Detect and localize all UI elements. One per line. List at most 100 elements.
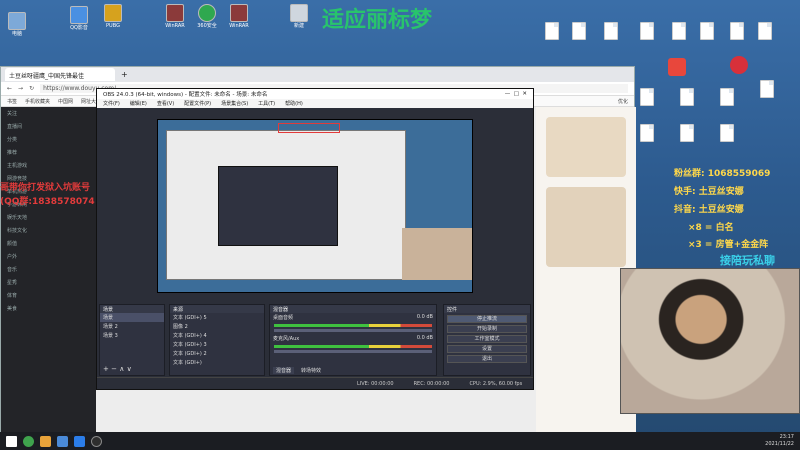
menu-edit[interactable]: 编辑(E) [130, 100, 147, 107]
file-icon[interactable] [730, 22, 744, 40]
sidebar-item[interactable]: 推荐 [1, 146, 96, 159]
bookmark-item[interactable]: 手机收藏夹 [25, 98, 50, 105]
sidebar-item[interactable]: 美食 [1, 302, 96, 315]
studio-mode-button[interactable]: 工作室模式 [447, 335, 527, 343]
app-icon[interactable] [668, 58, 686, 76]
file-icon[interactable] [720, 88, 734, 106]
file-icon[interactable] [640, 88, 654, 106]
shield-icon [198, 4, 216, 22]
bookmark-item[interactable]: 优化 [618, 98, 628, 105]
source-item[interactable]: 文本 (GDI+) 3 [170, 340, 264, 349]
track-db: 0.0 dB [416, 314, 433, 320]
down-icon[interactable]: ∨ [127, 365, 132, 373]
app-icon [70, 6, 88, 24]
sidebar-item[interactable]: 音乐 [1, 263, 96, 276]
browser-tab[interactable]: 土豆丝呀疆鹰_中国先锋最佳 [5, 68, 115, 81]
menu-profile[interactable]: 配置文件(P) [184, 100, 211, 107]
source-item[interactable]: 文本 (GDI+) 4 [170, 331, 264, 340]
taskbar: 23:17 2021/11/22 [0, 432, 800, 450]
file-icon[interactable] [758, 22, 772, 40]
app-icon[interactable] [57, 435, 68, 447]
controls-panel: 控件 停止推流 开始录制 工作室模式 设置 退出 [443, 304, 531, 376]
folder-icon[interactable] [40, 435, 51, 447]
forward-icon[interactable]: → [18, 85, 23, 92]
system-tray[interactable]: 23:17 2021/11/22 [765, 434, 794, 448]
desktop-icon-4[interactable]: 360安全 [192, 4, 222, 29]
desktop-icon-2[interactable]: PUBG [98, 4, 128, 29]
sidebar-item[interactable]: 科技文化 [1, 224, 96, 237]
bookmark-item[interactable]: 书签 [7, 98, 17, 105]
source-item[interactable]: 图像 2 [170, 322, 264, 331]
obs-window: OBS 24.0.3 (64-bit, windows) - 配置文件: 未命名… [96, 88, 534, 390]
rec-status: REC: 00:00:00 [413, 380, 450, 387]
file-icon[interactable] [545, 22, 559, 40]
new-tab-icon[interactable]: + [121, 70, 128, 79]
scene-item[interactable]: 场景 3 [100, 331, 164, 340]
file-icon[interactable] [640, 124, 654, 142]
menu-view[interactable]: 查看(V) [157, 100, 174, 107]
exit-button[interactable]: 退出 [447, 355, 527, 363]
file-icon[interactable] [760, 80, 774, 98]
browser-icon[interactable] [74, 435, 85, 447]
desktop-icon-0[interactable]: 电脑 [2, 12, 32, 37]
file-icon[interactable] [640, 22, 654, 40]
file-icon[interactable] [720, 124, 734, 142]
scene-item[interactable]: 场景 [100, 313, 164, 322]
desktop-icon-6[interactable]: 新建 [284, 4, 314, 29]
start-recording-button[interactable]: 开始录制 [447, 325, 527, 333]
bookmark-item[interactable]: 中国网 [58, 98, 73, 105]
sidebar-item[interactable]: 直播间 [1, 120, 96, 133]
add-icon[interactable]: + [103, 365, 109, 373]
tab-mixer[interactable]: 混音器 [273, 367, 295, 374]
source-item[interactable]: 文本 (GDI+) 2 [170, 349, 264, 358]
stop-streaming-button[interactable]: 停止推流 [447, 315, 527, 323]
file-icon[interactable] [680, 124, 694, 142]
volume-slider[interactable] [274, 329, 432, 332]
app-icon[interactable] [730, 56, 748, 74]
sidebar-item[interactable]: 分类 [1, 133, 96, 146]
computer-icon [8, 12, 26, 30]
sidebar-item[interactable]: 娱乐天地 [1, 211, 96, 224]
file-icon[interactable] [572, 22, 586, 40]
sidebar-item[interactable]: 体育 [1, 289, 96, 302]
file-icon[interactable] [672, 22, 686, 40]
scene-item[interactable]: 场景 2 [100, 322, 164, 331]
start-icon[interactable] [6, 435, 17, 447]
gift-banner[interactable] [546, 117, 626, 177]
obs-statusbar: LIVE: 00:00:00 REC: 00:00:00 CPU: 2.9%, … [97, 377, 533, 389]
sidebar-item[interactable]: 户外 [1, 250, 96, 263]
maximize-icon[interactable]: □ [514, 91, 519, 97]
sidebar-item[interactable]: 关注 [1, 107, 96, 120]
tab-transitions[interactable]: 转场特效 [298, 367, 324, 374]
obs-preview[interactable] [157, 119, 473, 293]
file-icon[interactable] [604, 22, 618, 40]
settings-button[interactable]: 设置 [447, 345, 527, 353]
menu-tools[interactable]: 工具(T) [258, 100, 275, 107]
minimize-icon[interactable]: — [505, 91, 511, 97]
kuaishou-text: 快手: 土豆丝安娜 [674, 187, 744, 197]
source-item[interactable]: 文本 (GDI+) [170, 358, 264, 367]
sidebar-item[interactable]: 星秀 [1, 276, 96, 289]
preview-webcam [402, 228, 472, 280]
desktop-icon-5[interactable]: WinRAR [224, 4, 254, 29]
menu-help[interactable]: 帮助(H) [285, 100, 303, 107]
menu-scene-collection[interactable]: 场景集合(S) [221, 100, 248, 107]
file-icon[interactable] [680, 88, 694, 106]
file-icon[interactable] [700, 22, 714, 40]
obs-titlebar: OBS 24.0.3 (64-bit, windows) - 配置文件: 未命名… [97, 89, 533, 99]
up-icon[interactable]: ∧ [119, 365, 124, 373]
back-icon[interactable]: ← [7, 85, 12, 92]
desktop-icon-3[interactable]: WinRAR [160, 4, 190, 29]
desktop-icon-1[interactable]: QQ影音 [64, 6, 94, 31]
refresh-icon[interactable]: ↻ [29, 85, 34, 92]
close-icon[interactable]: ✕ [522, 91, 527, 97]
app-icon[interactable] [23, 435, 34, 447]
source-item[interactable]: 文本 (GDI+) 5 [170, 313, 264, 322]
volume-slider[interactable] [274, 350, 432, 353]
menu-file[interactable]: 文件(F) [103, 100, 120, 107]
track-name: 桌面音频 [273, 315, 294, 321]
sidebar-item[interactable]: 颜值 [1, 237, 96, 250]
remove-icon[interactable]: − [111, 365, 117, 373]
sidebar-item[interactable]: 主机游戏 [1, 159, 96, 172]
obs-icon[interactable] [91, 435, 102, 447]
